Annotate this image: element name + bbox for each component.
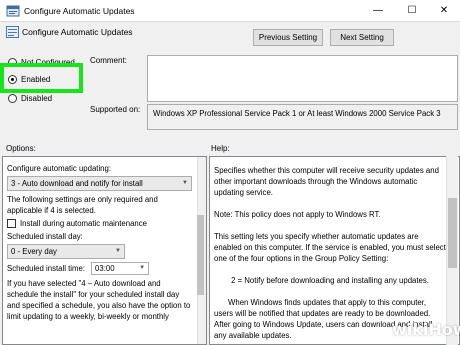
- configure-label: Configure automatic updating:: [7, 164, 112, 173]
- install-maintenance-checkbox[interactable]: [7, 219, 16, 229]
- close-button[interactable]: ✕: [428, 0, 460, 22]
- install-maintenance-row[interactable]: Install during automatic maintenance: [7, 218, 193, 229]
- help-paragraph: Note: This policy does not apply to Wind…: [214, 210, 381, 219]
- chevron-down-icon: ▼: [139, 265, 146, 271]
- help-paragraph: This setting lets you specify whether au…: [214, 232, 446, 263]
- options-content: Configure automatic updating: 3 - Auto d…: [7, 163, 193, 322]
- maximize-button[interactable]: ☐: [396, 0, 428, 22]
- configure-select[interactable]: 3 - Auto download and notify for install…: [7, 176, 192, 191]
- options-panel: Configure automatic updating: 3 - Auto d…: [2, 156, 207, 345]
- scheduled-time-select[interactable]: 03:00 ▼: [91, 262, 150, 275]
- supported-on-label: Supported on:: [90, 105, 141, 114]
- scheduled-time-row: Scheduled install time: 03:00 ▼: [7, 262, 193, 275]
- policy-app-icon: [6, 5, 20, 17]
- configure-select-value: 3 - Auto download and notify for install: [11, 179, 143, 188]
- chevron-down-icon: ▼: [115, 248, 121, 254]
- next-setting-button[interactable]: Next Setting: [330, 29, 394, 46]
- radio-circle[interactable]: [8, 93, 17, 103]
- scheduled-time-label: Scheduled install time:: [7, 264, 86, 273]
- help-content: Specifies whether this computer will rec…: [214, 165, 446, 344]
- supported-on-value: Windows XP Professional Service Pack 1 o…: [147, 104, 458, 130]
- scheduled-day-label: Scheduled install day:: [7, 232, 83, 241]
- radio-label: Disabled: [21, 93, 53, 103]
- policy-setting-icon: [6, 26, 19, 38]
- watermark-how: How: [428, 320, 460, 339]
- options-scrollbar-thumb[interactable]: [197, 215, 204, 295]
- scheduled-day-value: 0 - Every day: [11, 247, 57, 256]
- previous-setting-button[interactable]: Previous Setting: [253, 29, 323, 46]
- highlight-box: [0, 63, 83, 93]
- help-label: Help:: [211, 144, 230, 153]
- required-note: The following settings are only required…: [7, 195, 158, 215]
- wikihow-watermark: wikiHow: [392, 320, 460, 339]
- comment-textarea[interactable]: [147, 55, 458, 102]
- window-title: Configure Automatic Updates: [24, 6, 135, 16]
- minimize-button[interactable]: —: [362, 0, 394, 22]
- title-bar: Configure Automatic Updates — ☐ ✕: [0, 0, 460, 22]
- watermark-wiki: wiki: [392, 320, 429, 339]
- help-paragraph: 2 = Notify before downloading and instal…: [231, 276, 429, 285]
- options-note: If you have selected "4 – Auto download …: [7, 279, 191, 321]
- radio-disabled[interactable]: Disabled: [8, 92, 52, 104]
- help-paragraph: Specifies whether this computer will rec…: [214, 166, 439, 197]
- help-panel: Specifies whether this computer will rec…: [209, 156, 460, 345]
- comment-label: Comment:: [90, 56, 127, 65]
- options-label: Options:: [6, 144, 36, 153]
- install-maintenance-label: Install during automatic maintenance: [20, 219, 147, 228]
- scheduled-time-value: 03:00: [95, 264, 115, 273]
- help-scrollbar-thumb[interactable]: [448, 198, 457, 268]
- policy-name: Configure Automatic Updates: [22, 27, 133, 37]
- scheduled-day-select[interactable]: 0 - Every day ▼: [7, 244, 125, 259]
- chevron-down-icon: ▼: [182, 180, 188, 186]
